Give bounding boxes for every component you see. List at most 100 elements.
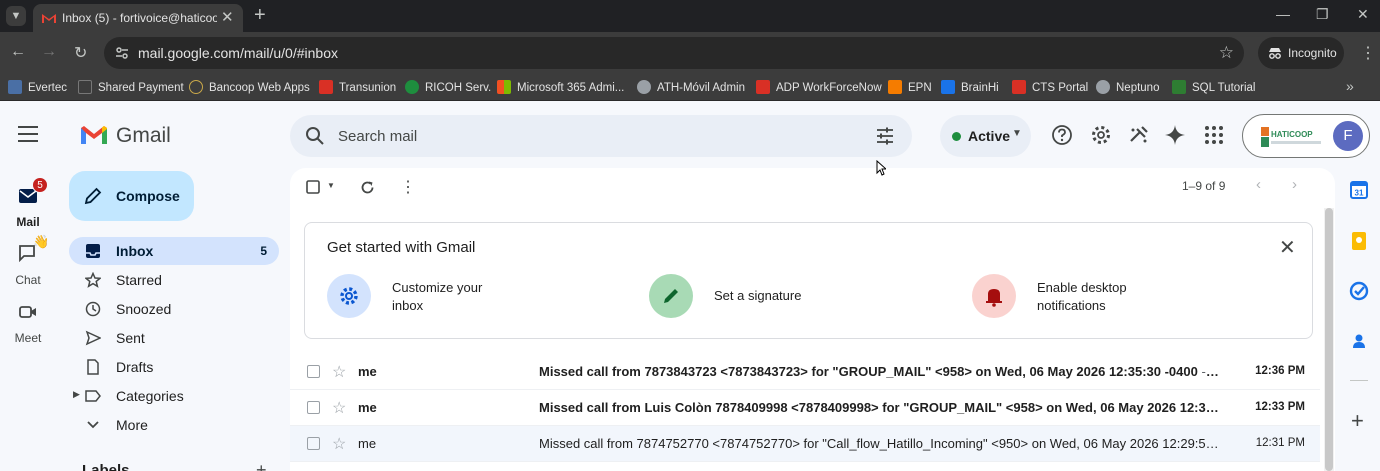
add-addon-icon[interactable]: + <box>1351 408 1364 434</box>
bookmark-item[interactable]: Evertec <box>8 80 67 94</box>
bookmark-icon <box>1012 80 1026 94</box>
expand-arrow-icon[interactable]: ▶ <box>73 389 80 400</box>
nav-item-inbox[interactable]: Inbox 5 <box>69 237 279 265</box>
bookmark-item[interactable]: Neptuno <box>1096 80 1159 94</box>
reload-icon[interactable]: ↻ <box>74 43 87 63</box>
settings-gear-icon[interactable] <box>1090 124 1112 146</box>
row-star-icon[interactable]: ☆ <box>332 398 346 418</box>
bookmark-item[interactable]: Bancoop Web Apps <box>189 80 310 94</box>
row-star-icon[interactable]: ☆ <box>332 362 346 382</box>
search-bar[interactable] <box>290 115 912 157</box>
nav-item-more[interactable]: More <box>69 411 279 439</box>
contacts-icon[interactable] <box>1349 331 1369 351</box>
gmail-logo-icon[interactable] <box>79 124 109 146</box>
prev-page-icon[interactable]: ‹ <box>1256 176 1261 193</box>
bookmark-item[interactable]: Transunion <box>319 80 396 94</box>
window-close-icon[interactable]: ✕ <box>1357 6 1369 23</box>
row-checkbox[interactable] <box>307 365 320 378</box>
more-actions-icon[interactable]: ⋮ <box>400 177 416 197</box>
bookmarks-overflow-icon[interactable]: » <box>1346 78 1354 94</box>
bookmark-star-icon[interactable]: ☆ <box>1219 43 1234 63</box>
forward-icon[interactable]: → <box>41 43 57 61</box>
google-apps-grid-icon[interactable] <box>1203 124 1225 146</box>
star-icon <box>85 272 101 288</box>
nav-item-snoozed[interactable]: Snoozed <box>69 295 279 323</box>
tab-close-icon[interactable]: ✕ <box>221 8 234 26</box>
row-star-icon[interactable]: ☆ <box>332 434 346 454</box>
minimize-icon[interactable]: — <box>1276 6 1290 22</box>
scroll-thumb[interactable] <box>1325 208 1333 471</box>
rail-label: Meet <box>14 331 42 345</box>
bookmark-item[interactable]: ATH-Móvil Admin <box>637 80 745 94</box>
rail-chat[interactable]: 👋 Chat <box>0 234 56 287</box>
wave-emoji-icon: 👋 <box>33 234 50 249</box>
main-menu-icon[interactable] <box>18 126 38 142</box>
browser-menu-icon[interactable]: ⋮ <box>1360 43 1376 63</box>
add-label-icon[interactable]: + <box>256 460 267 471</box>
scrollbar[interactable] <box>1324 208 1334 471</box>
status-selector[interactable]: Active ▼ <box>940 115 1031 157</box>
email-time: 12:33 PM <box>1255 401 1305 413</box>
nav-label: More <box>116 417 148 433</box>
search-options-icon[interactable] <box>875 126 895 146</box>
send-icon <box>85 330 101 346</box>
bookmark-item[interactable]: Shared Payment <box>78 80 184 94</box>
rail-meet[interactable]: Meet <box>0 300 56 345</box>
site-info-icon[interactable] <box>114 45 130 61</box>
bookmark-item[interactable]: Microsoft 365 Admi... <box>497 80 624 94</box>
rail-label: Chat <box>15 273 41 287</box>
nav-item-sent[interactable]: Sent <box>69 324 279 352</box>
svg-text:31: 31 <box>1355 189 1364 198</box>
calendar-icon[interactable]: 31 <box>1349 180 1369 200</box>
close-icon[interactable]: ✕ <box>1279 235 1296 260</box>
gemini-sparkle-icon[interactable] <box>1164 124 1186 146</box>
search-input[interactable] <box>338 124 858 148</box>
select-all-checkbox[interactable] <box>306 180 320 194</box>
incognito-indicator[interactable]: Incognito <box>1258 37 1344 69</box>
bookmark-item[interactable]: SQL Tutorial <box>1172 80 1256 94</box>
address-bar[interactable]: mail.google.com/mail/u/0/#inbox ☆ <box>104 37 1244 69</box>
select-options-caret-icon[interactable]: ▼ <box>327 181 335 190</box>
nav-item-categories[interactable]: ▶ Categories <box>69 382 279 410</box>
avatar[interactable]: F <box>1333 121 1363 151</box>
account-switcher[interactable]: HATICOOP F <box>1242 114 1370 158</box>
email-row[interactable]: ☆ me Missed call from Luis Colòn 7878409… <box>290 390 1320 426</box>
email-row[interactable]: ☆ me Missed call from 7874752770 <787475… <box>290 426 1320 462</box>
row-checkbox[interactable] <box>307 401 320 414</box>
pencil-icon <box>84 187 102 205</box>
keep-notes-icon[interactable] <box>1349 231 1369 251</box>
bookmark-item[interactable]: BrainHi <box>941 80 999 94</box>
nav-item-starred[interactable]: Starred <box>69 266 279 294</box>
search-icon[interactable] <box>305 126 325 146</box>
email-time: 12:36 PM <box>1255 365 1305 377</box>
nav-label: Drafts <box>116 359 154 375</box>
help-icon[interactable] <box>1051 124 1073 146</box>
browser-tab[interactable]: Inbox (5) - fortivoice@haticoop ✕ <box>33 4 243 32</box>
status-dot <box>952 132 961 141</box>
tab-search-button[interactable]: ▼ <box>6 6 26 26</box>
bookmark-item[interactable]: RICOH Serv. <box>405 80 491 94</box>
refresh-icon[interactable] <box>360 180 375 195</box>
back-icon[interactable]: ← <box>10 43 26 61</box>
microsoft-icon <box>497 80 511 94</box>
rail-mail[interactable]: 5 Mail <box>0 177 56 229</box>
new-tab-button[interactable]: + <box>254 4 266 27</box>
restore-icon[interactable]: ❐ <box>1316 6 1329 23</box>
bookmark-icon <box>756 80 770 94</box>
clock-icon <box>85 301 101 317</box>
compose-button[interactable]: Compose <box>69 171 194 221</box>
bookmark-item[interactable]: EPN <box>888 80 932 94</box>
email-sender: me <box>358 436 377 451</box>
url-text[interactable]: mail.google.com/mail/u/0/#inbox <box>138 45 338 61</box>
pen-icon <box>664 289 678 303</box>
bookmark-item[interactable]: CTS Portal <box>1012 80 1088 94</box>
tasks-icon[interactable] <box>1349 281 1369 301</box>
email-row[interactable]: ☆ me Missed call from 7873843723 <787384… <box>290 354 1320 390</box>
apps-shortcut-icon[interactable] <box>1128 124 1150 146</box>
gmail-brand-text: Gmail <box>116 124 171 147</box>
nav-item-drafts[interactable]: Drafts <box>69 353 279 381</box>
bookmark-item[interactable]: ADP WorkForceNow <box>756 80 882 94</box>
bookmarks-bar: Evertec Shared Payment Bancoop Web Apps … <box>0 74 1380 101</box>
next-page-icon[interactable]: › <box>1292 176 1297 193</box>
row-checkbox[interactable] <box>307 437 320 450</box>
